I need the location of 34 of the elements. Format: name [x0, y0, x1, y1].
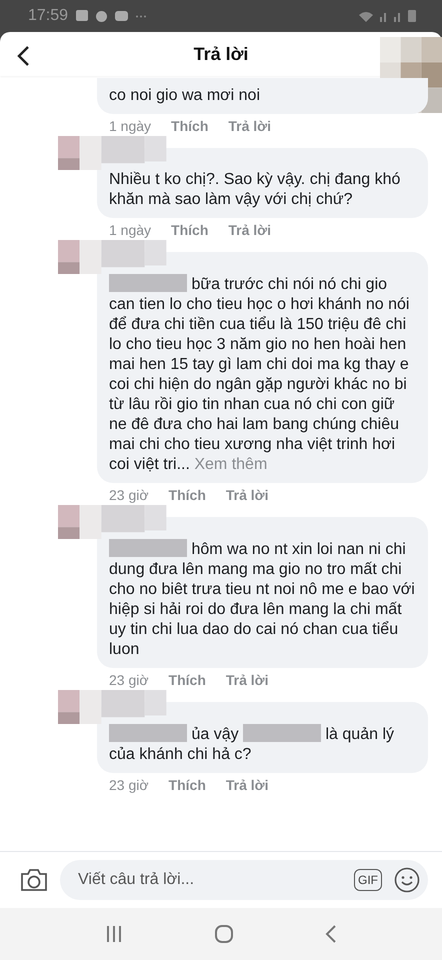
reply-link[interactable]: Trả lời [226, 777, 269, 793]
comment-time: 1 ngày [109, 118, 152, 134]
camera-icon[interactable] [20, 868, 48, 892]
back-button[interactable] [16, 45, 30, 67]
like-link[interactable]: Thích [171, 222, 208, 238]
reply-input[interactable]: Viết câu trả lời... GIF [60, 860, 428, 900]
page-title: Trả lời [194, 44, 248, 64]
comment-time: 23 giờ [109, 487, 149, 503]
clock-icon [96, 10, 108, 22]
reply-link[interactable]: Trả lời [226, 487, 269, 503]
reply-link[interactable]: Trả lời [228, 118, 272, 134]
image-icon [76, 10, 88, 22]
like-link[interactable]: Thích [168, 487, 206, 503]
like-link[interactable]: Thích [168, 672, 206, 688]
status-time: 17:59 [28, 7, 68, 25]
comment-text: hôm wa no nt xin loi nan ni chi dung đưa lên mang ma gio no tro mất chi cho no biêt trưa tieu nt noi nô me e bao với hiệp si hải roi do đưa lên mang la chi mất uy tin chi lua dao do cai nó chan cua tiểu luon [109, 539, 416, 660]
comment-time: 1 ngày [109, 222, 152, 238]
gif-button[interactable]: GIF [354, 869, 382, 891]
video-icon [115, 11, 128, 21]
comment-text: Nhiều t ko chị?. Sao kỳ vậy. chị đang khó khăn mà sao làm vậy với chị chứ? [109, 170, 402, 210]
back-nav-icon[interactable] [324, 925, 337, 943]
comment-text: co noi gio wa mơi noi [109, 86, 262, 106]
reply-link[interactable]: Trả lời [226, 672, 269, 688]
home-icon[interactable] [214, 924, 234, 944]
like-link[interactable]: Thích [168, 777, 206, 793]
like-link[interactable]: Thích [171, 118, 208, 134]
emoji-icon[interactable] [394, 867, 420, 893]
reply-link[interactable]: Trả lời [228, 222, 272, 238]
comment-text: bữa trước chi nói nó chi gio can tien lo cho tieu học o hơi khánh no nói để đưa chi tiền cua tiểu là 150 triệu đê chi lo cho tieu học 3 năm gio no hen hoài hen mai hen 15 tay gì lam chi doi ma kg thay e coi chi hiện do ngân gặp người khác no bi từ lâu rồi gio tin nhan cua nó chi con giữ ne đê đưa cho hai lam bang chúng chiêu mai chi cho tieu xương nha việt trinh hơi coi việt tri... Xem thêm [109, 274, 410, 475]
recent-apps-icon[interactable] [105, 925, 124, 943]
more-icon [136, 14, 146, 18]
comment-text: ủa vậy là quản lý của khánh chi hả c? [109, 724, 395, 765]
comment-time: 23 giờ [109, 777, 149, 793]
comment-time: 23 giờ [109, 672, 149, 688]
